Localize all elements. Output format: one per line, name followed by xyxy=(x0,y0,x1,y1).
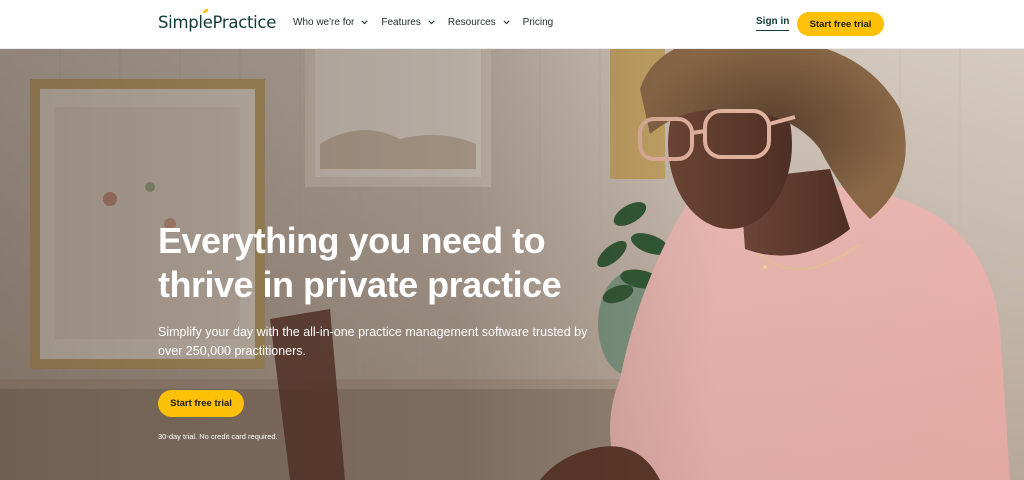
chevron-down-icon xyxy=(503,20,510,25)
nav-who-were-for[interactable]: Who we're for xyxy=(293,17,368,28)
hero-title: Everything you need to thrive in private… xyxy=(158,220,562,305)
nav-features[interactable]: Features xyxy=(381,17,435,28)
site-header: SimplePractice Who we're for Features Re… xyxy=(0,0,1024,49)
chevron-down-icon xyxy=(428,20,435,25)
hero-start-free-trial-button[interactable]: Start free trial xyxy=(158,390,244,417)
hero-subtitle: Simplify your day with the all-in-one pr… xyxy=(158,325,588,358)
logo-text: SimplePractice xyxy=(158,13,277,32)
hero-section: Everything you need to thrive in private… xyxy=(0,49,1024,480)
start-free-trial-button[interactable]: Start free trial xyxy=(797,12,884,36)
logo[interactable]: SimplePractice xyxy=(158,8,277,32)
sign-in-link[interactable]: Sign in xyxy=(756,16,790,31)
leaf-icon xyxy=(202,8,209,14)
nav-pricing-label: Pricing xyxy=(522,17,554,28)
nav-features-label: Features xyxy=(381,17,421,28)
nav-resources[interactable]: Resources xyxy=(448,17,510,28)
main-nav: Who we're for Features Resources Pricing xyxy=(293,17,566,28)
trial-note: 30-day trial. No credit card required. xyxy=(158,432,278,441)
nav-who-were-for-label: Who we're for xyxy=(293,17,355,28)
nav-resources-label: Resources xyxy=(447,17,496,28)
nav-pricing[interactable]: Pricing xyxy=(523,17,554,28)
chevron-down-icon xyxy=(361,20,368,25)
